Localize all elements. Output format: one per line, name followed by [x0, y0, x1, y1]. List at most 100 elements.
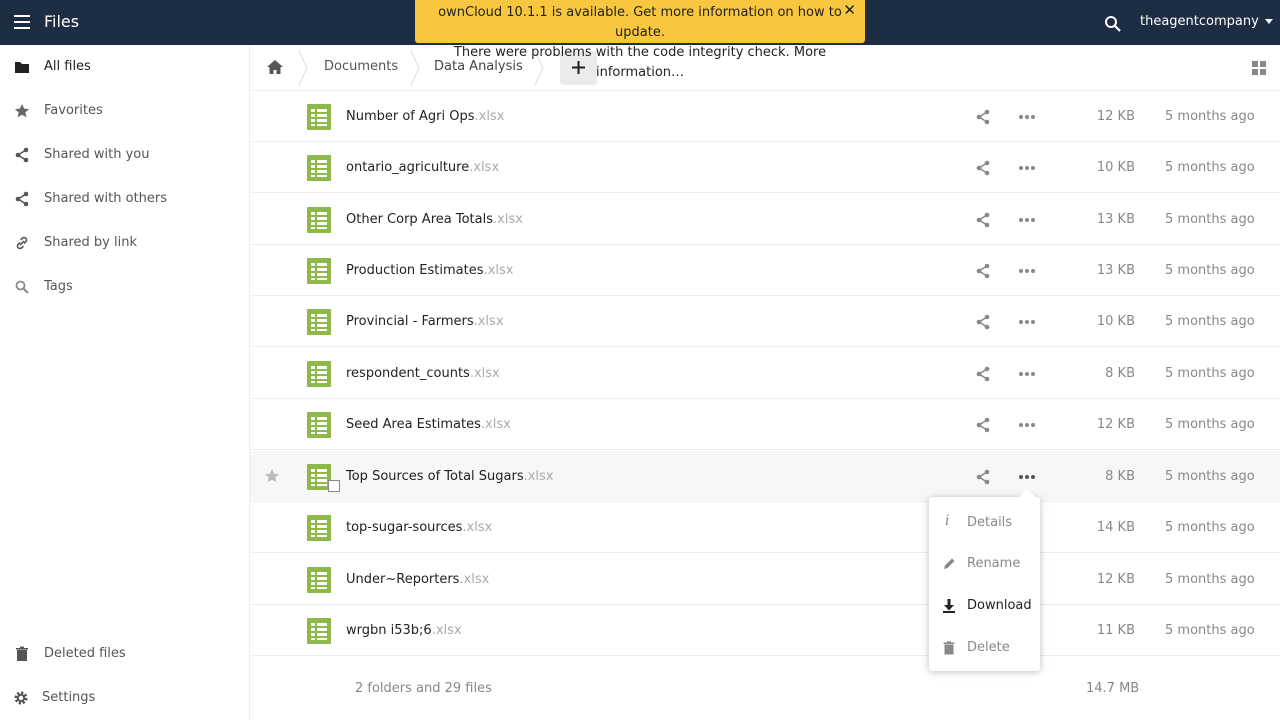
sidebar-item-tags[interactable]: Tags	[0, 265, 249, 309]
sidebar: All files Favorites Shared with you Shar…	[0, 45, 250, 720]
more-options-icon[interactable]	[1018, 474, 1036, 480]
sidebar-item-deleted-files[interactable]: Deleted files	[0, 632, 249, 676]
file-basename: Under~Reporters	[346, 572, 460, 587]
menu-item-label: Download	[967, 598, 1032, 613]
menu-icon[interactable]	[14, 15, 30, 29]
breadcrumb-separator	[298, 51, 308, 85]
sidebar-item-shared-with-you[interactable]: Shared with you	[0, 133, 249, 177]
file-row[interactable]: ontario_agriculture.xlsx 10 KB 5 months ag…	[250, 142, 1280, 193]
file-extension: .xlsx	[473, 314, 504, 329]
file-summary: 2 folders and 29 files	[355, 681, 492, 696]
more-options-icon[interactable]	[1018, 114, 1036, 120]
file-size: 14 KB	[1096, 520, 1135, 535]
file-row[interactable]: wrgbn i53b;6.xlsx 11 KB 5 months ago	[250, 605, 1280, 656]
sidebar-item-shared-by-link[interactable]: Shared by link	[0, 221, 249, 265]
more-options-icon[interactable]	[1018, 268, 1036, 274]
file-extension: .xlsx	[483, 263, 514, 278]
trash-icon	[943, 641, 955, 655]
update-notification[interactable]: ownCloud 10.1.1 is available. Get more i…	[415, 0, 865, 80]
file-row[interactable]: Top Sources of Total Sugars.xlsx 8 KB 5 mo…	[250, 451, 1280, 502]
file-size: 11 KB	[1096, 623, 1135, 638]
more-options-icon[interactable]	[1018, 371, 1036, 377]
file-modified: 5 months ago	[1165, 520, 1255, 535]
file-size: 12 KB	[1096, 572, 1135, 587]
file-basename: Other Corp Area Totals	[346, 212, 493, 227]
spreadsheet-icon	[307, 104, 331, 130]
file-size: 10 KB	[1096, 314, 1135, 329]
search-icon[interactable]	[1104, 15, 1122, 33]
file-extension: .xlsx	[474, 109, 505, 124]
file-extension: .xlsx	[431, 623, 462, 638]
download-icon	[943, 599, 955, 613]
app-title[interactable]: Files	[44, 12, 79, 31]
user-menu[interactable]: theagentcompany	[1140, 14, 1273, 29]
share-icon[interactable]	[975, 160, 991, 176]
file-basename: top-sugar-sources	[346, 520, 463, 535]
spreadsheet-icon	[307, 207, 331, 233]
share-icon[interactable]	[975, 314, 991, 330]
total-size: 14.7 MB	[1086, 681, 1140, 696]
file-row[interactable]: Other Corp Area Totals.xlsx 13 KB 5 months…	[250, 194, 1280, 245]
menu-item-download[interactable]: Download	[929, 586, 1040, 627]
file-row[interactable]: respondent_counts.xlsx 8 KB 5 months ago	[250, 348, 1280, 399]
sidebar-item-label: All files	[44, 59, 91, 74]
sidebar-item-label: Tags	[44, 279, 73, 294]
file-row[interactable]: Provincial - Farmers.xlsx 10 KB 5 months a…	[250, 296, 1280, 347]
share-icon[interactable]	[975, 263, 991, 279]
integrity-message[interactable]: There were problems with the code integr…	[415, 43, 865, 83]
file-name[interactable]: Top Sources of Total Sugars.xlsx	[346, 469, 554, 484]
file-name[interactable]: respondent_counts.xlsx	[346, 366, 500, 381]
close-icon[interactable]: ✕	[843, 1, 856, 19]
file-basename: Production Estimates	[346, 263, 484, 278]
share-icon[interactable]	[975, 212, 991, 228]
favorite-star-icon[interactable]	[264, 468, 280, 484]
share-icon[interactable]	[975, 469, 991, 485]
file-basename: Number of Agri Ops	[346, 109, 475, 124]
file-name[interactable]: Production Estimates.xlsx	[346, 263, 513, 278]
share-icon[interactable]	[975, 366, 991, 382]
sidebar-item-label: Deleted files	[44, 646, 126, 661]
link-icon	[16, 236, 28, 250]
user-name: theagentcompany	[1140, 14, 1259, 29]
menu-item-rename[interactable]: Rename	[929, 544, 1040, 585]
menu-item-details[interactable]: i Details	[929, 503, 1040, 544]
more-options-icon[interactable]	[1018, 319, 1036, 325]
update-message[interactable]: ownCloud 10.1.1 is available. Get more i…	[415, 3, 865, 43]
file-name[interactable]: Provincial - Farmers.xlsx	[346, 314, 504, 329]
file-name[interactable]: Seed Area Estimates.xlsx	[346, 417, 511, 432]
spreadsheet-icon	[307, 515, 331, 541]
file-row[interactable]: top-sugar-sources.xlsx 14 KB 5 months ago	[250, 502, 1280, 553]
file-basename: Top Sources of Total Sugars	[346, 469, 524, 484]
file-row[interactable]: Number of Agri Ops.xlsx 12 KB 5 months ago	[250, 91, 1280, 142]
file-row[interactable]: Seed Area Estimates.xlsx 12 KB 5 months ag…	[250, 399, 1280, 450]
share-icon[interactable]	[975, 109, 991, 125]
file-modified: 5 months ago	[1165, 314, 1255, 329]
file-name[interactable]: Number of Agri Ops.xlsx	[346, 109, 504, 124]
file-name[interactable]: Other Corp Area Totals.xlsx	[346, 212, 523, 227]
sidebar-item-shared-with-others[interactable]: Shared with others	[0, 177, 249, 221]
grid-view-icon[interactable]	[1252, 61, 1266, 75]
more-options-icon[interactable]	[1018, 165, 1036, 171]
select-checkbox[interactable]	[328, 480, 340, 492]
sidebar-item-favorites[interactable]: Favorites	[0, 89, 249, 133]
file-name[interactable]: top-sugar-sources.xlsx	[346, 520, 492, 535]
home-icon[interactable]	[266, 59, 284, 75]
sidebar-item-settings[interactable]: Settings	[0, 676, 249, 720]
file-row[interactable]: Under~Reporters.xlsx 12 KB 5 months ago	[250, 554, 1280, 605]
file-row[interactable]: Production Estimates.xlsx 13 KB 5 months a…	[250, 245, 1280, 296]
folder-icon	[15, 62, 29, 73]
file-name[interactable]: ontario_agriculture.xlsx	[346, 160, 499, 175]
share-icon[interactable]	[975, 417, 991, 433]
file-extension: .xlsx	[523, 469, 554, 484]
menu-item-delete[interactable]: Delete	[929, 628, 1040, 669]
file-size: 13 KB	[1096, 212, 1135, 227]
file-name[interactable]: wrgbn i53b;6.xlsx	[346, 623, 462, 638]
file-modified: 5 months ago	[1165, 366, 1255, 381]
more-options-icon[interactable]	[1018, 422, 1036, 428]
file-name[interactable]: Under~Reporters.xlsx	[346, 572, 489, 587]
file-modified: 5 months ago	[1165, 417, 1255, 432]
trash-icon	[16, 646, 28, 661]
breadcrumb-documents[interactable]: Documents	[324, 59, 398, 74]
sidebar-item-all-files[interactable]: All files	[0, 45, 249, 89]
more-options-icon[interactable]	[1018, 217, 1036, 223]
